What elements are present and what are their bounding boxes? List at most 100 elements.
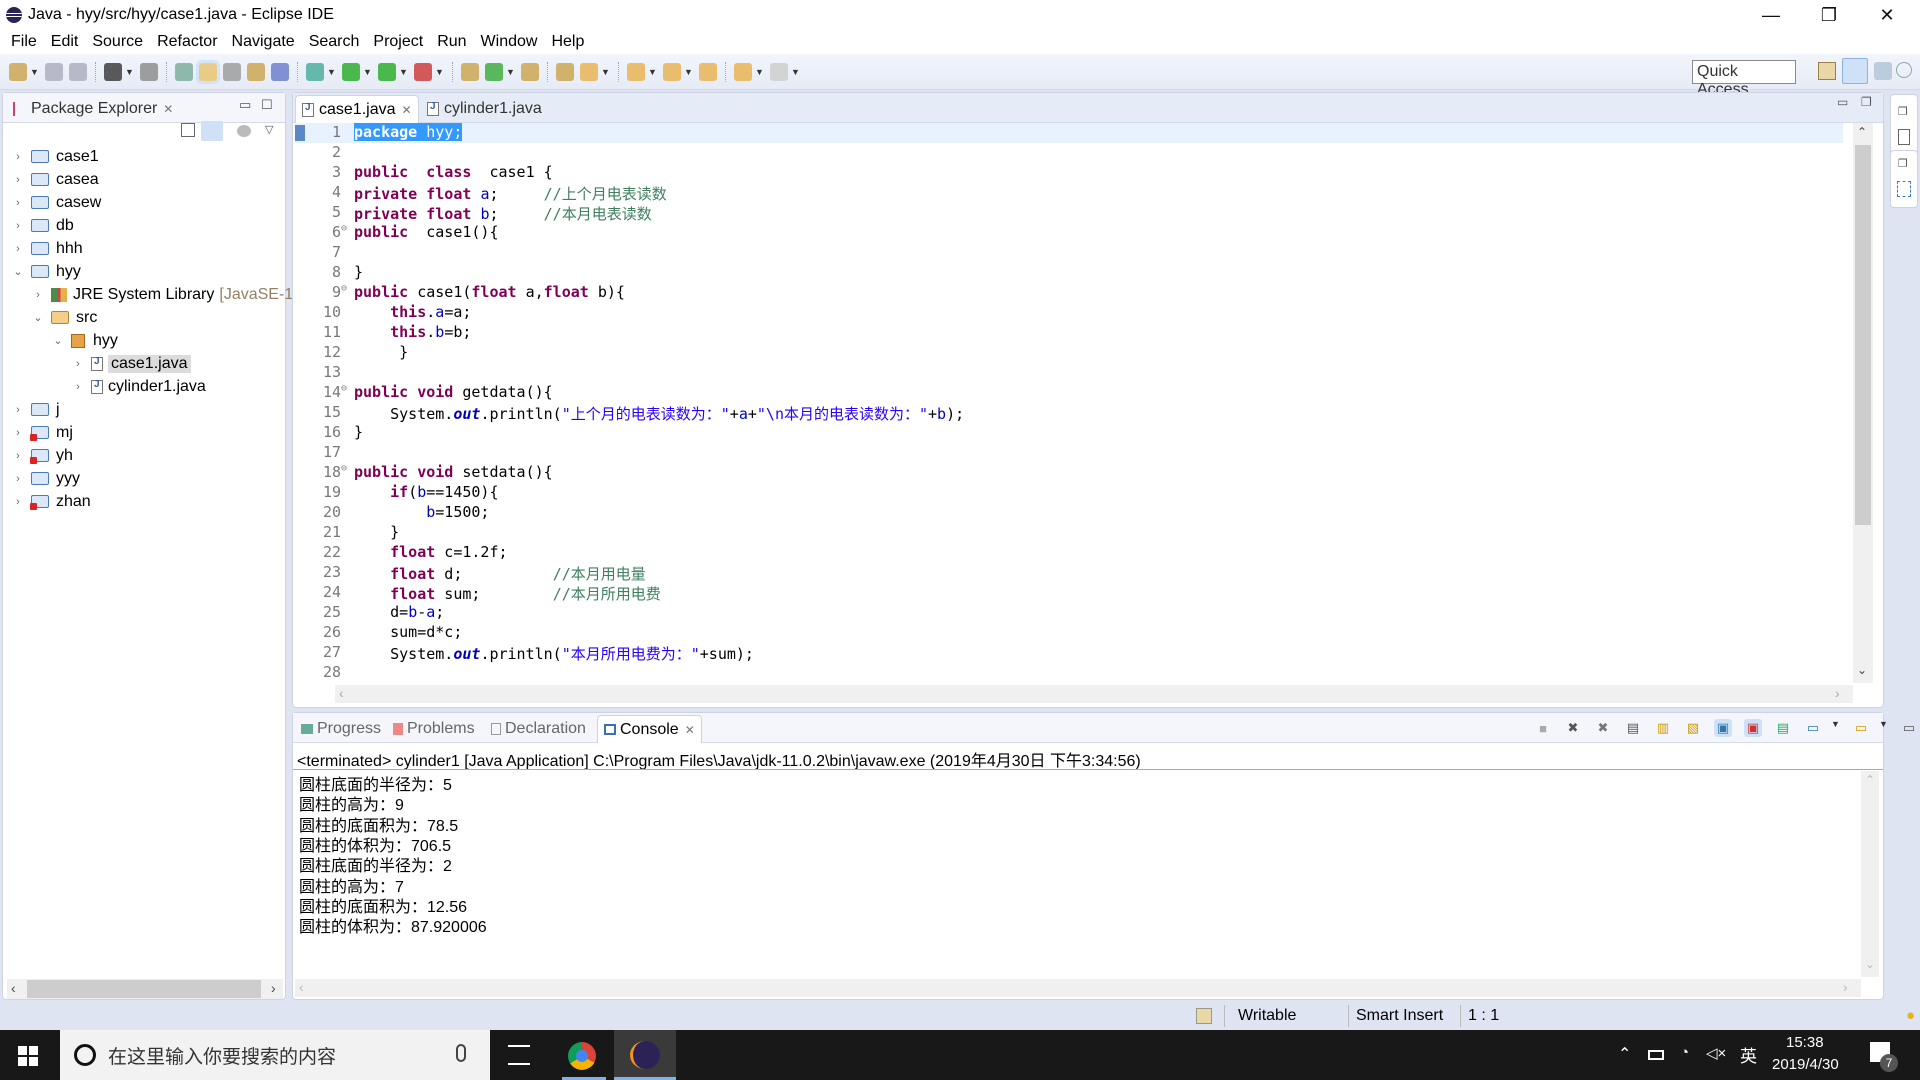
external-tools-icon[interactable] — [414, 62, 432, 81]
quick-access-input[interactable]: Quick Access — [1692, 60, 1796, 98]
menu-window[interactable]: Window — [474, 33, 545, 51]
mark-occurrences-icon[interactable] — [196, 59, 220, 84]
taskbar-search-box[interactable]: 在这里输入你要搜索的内容 — [60, 1030, 490, 1080]
scroll-lock-icon[interactable]: ▥ — [1654, 719, 1672, 737]
tree-item[interactable]: ⌄ hyy — [11, 260, 81, 283]
tree-item[interactable]: › mj — [11, 421, 73, 444]
save-icon[interactable] — [45, 62, 63, 81]
tree-item[interactable]: › yh — [11, 444, 73, 467]
menu-run[interactable]: Run — [430, 33, 473, 51]
microphone-icon[interactable] — [456, 1044, 466, 1062]
tree-item[interactable]: › zhan — [11, 490, 91, 513]
restore-icon[interactable]: ❐ — [1898, 157, 1908, 170]
close-icon[interactable]: ✕ — [402, 103, 412, 117]
scroll-down-icon[interactable]: ⌄ — [1857, 663, 1867, 677]
maximize-icon[interactable]: ☐ — [261, 97, 273, 113]
console-vertical-scrollbar[interactable]: ⌃ ⌄ — [1861, 771, 1879, 977]
pilcrow-icon[interactable] — [271, 62, 289, 81]
outline-icon[interactable] — [1898, 129, 1910, 145]
menu-edit[interactable]: Edit — [44, 33, 86, 51]
minimize-icon[interactable]: ▭ — [1900, 719, 1918, 737]
chevron-down-icon[interactable]: ⌄ — [31, 311, 45, 324]
chevron-right-icon[interactable]: › — [11, 220, 25, 232]
scroll-down-icon[interactable]: ⌄ — [1865, 957, 1875, 971]
tab-case1-java[interactable]: case1.java ✕ — [295, 95, 419, 123]
chevron-down-icon[interactable]: ▼ — [648, 67, 657, 77]
show-on-output-icon[interactable]: ▣ — [1714, 719, 1732, 737]
scroll-left-icon[interactable]: ‹ — [11, 980, 16, 996]
run-icon[interactable] — [342, 62, 360, 81]
profile-icon[interactable] — [104, 62, 122, 81]
chevron-down-icon[interactable]: ▼ — [327, 67, 336, 77]
tree-item[interactable]: › case1 — [11, 145, 99, 168]
tree-item[interactable]: ⌄ src — [31, 306, 97, 329]
chevron-right-icon[interactable]: › — [11, 496, 25, 508]
new-icon[interactable] — [9, 62, 27, 81]
menu-navigate[interactable]: Navigate — [225, 33, 302, 51]
tree-item[interactable]: › j — [11, 398, 59, 421]
tab-package-explorer[interactable]: Package Explorer ✕ — [7, 95, 179, 123]
chevron-right-icon[interactable]: › — [11, 174, 25, 186]
collapse-all-icon[interactable] — [181, 123, 195, 137]
link-with-editor-icon[interactable] — [201, 121, 223, 141]
task-view-icon[interactable] — [508, 1045, 530, 1065]
scroll-right-icon[interactable]: › — [1843, 979, 1848, 995]
save-all-icon[interactable] — [69, 62, 87, 81]
ime-indicator[interactable]: 英 — [1740, 1042, 1757, 1067]
show-on-error-icon[interactable]: ▣ — [1744, 719, 1762, 737]
chevron-down-icon[interactable]: ⌄ — [11, 265, 25, 278]
chevron-down-icon[interactable]: ▼ — [1879, 719, 1888, 737]
search-icon[interactable] — [580, 62, 598, 81]
explorer-horizontal-scrollbar[interactable]: ‹ › — [7, 979, 283, 999]
chevron-right-icon[interactable]: › — [71, 358, 85, 370]
tab-problems[interactable]: Problems — [387, 715, 481, 743]
wifi-icon[interactable]: ◔ — [1680, 1044, 1689, 1061]
new-java-project-icon[interactable] — [175, 62, 193, 81]
restore-button[interactable]: ❐ — [1806, 0, 1852, 30]
editor-vertical-scrollbar[interactable]: ⌃ ⌄ — [1853, 123, 1873, 683]
fold-icon[interactable]: ⊖ — [341, 463, 351, 483]
chevron-right-icon[interactable]: › — [11, 151, 25, 163]
word-wrap-icon[interactable]: ▧ — [1684, 719, 1702, 737]
remove-launch-icon[interactable]: ✖ — [1564, 719, 1582, 737]
tree-item[interactable]: › casea — [11, 168, 99, 191]
open-console-icon[interactable]: ▭ — [1852, 719, 1870, 737]
chevron-down-icon[interactable]: ▼ — [506, 67, 515, 77]
chevron-down-icon[interactable]: ▼ — [684, 67, 693, 77]
menu-refactor[interactable]: Refactor — [150, 33, 224, 51]
code-area[interactable]: 1 package hyy; 2 3 public class case1 {4 priv… — [305, 123, 1845, 683]
chevron-right-icon[interactable]: › — [11, 473, 25, 485]
chevron-down-icon[interactable]: ⌄ — [51, 334, 65, 347]
chevron-down-icon[interactable]: ▼ — [125, 67, 134, 77]
minimize-icon[interactable]: ▭ — [239, 97, 251, 113]
close-icon[interactable]: ✕ — [685, 723, 695, 737]
forward-icon[interactable] — [770, 62, 788, 81]
java-perspective-icon[interactable] — [1842, 58, 1868, 84]
chevron-down-icon[interactable]: ▼ — [791, 67, 800, 77]
chevron-right-icon[interactable]: › — [11, 427, 25, 439]
show-whitespace-icon[interactable] — [247, 62, 265, 81]
display-console-icon[interactable]: ▭ — [1804, 719, 1822, 737]
console-output[interactable]: 圆柱底面的半径为：5 圆柱的高为：9 圆柱的底面积为：78.5 圆柱的体积为：706.… — [293, 771, 1853, 971]
toggle-block-icon[interactable] — [223, 62, 241, 81]
chevron-right-icon[interactable]: › — [11, 243, 25, 255]
tree-item[interactable]: › hhh — [11, 237, 83, 260]
chevron-right-icon[interactable]: › — [11, 197, 25, 209]
menu-file[interactable]: File — [4, 33, 44, 51]
clock-time[interactable]: 15:38 — [1786, 1034, 1824, 1051]
menu-source[interactable]: Source — [85, 33, 150, 51]
view-menu-icon[interactable]: ▽ — [265, 123, 273, 136]
scroll-thumb[interactable] — [1855, 145, 1871, 525]
new-package-icon[interactable] — [461, 62, 479, 81]
fold-icon[interactable]: ⊖ — [341, 283, 351, 303]
scroll-left-icon[interactable]: ‹ — [299, 979, 304, 995]
scroll-left-icon[interactable]: ‹ — [339, 685, 344, 701]
chevron-down-icon[interactable]: ▼ — [363, 67, 372, 77]
clock-date[interactable]: 2019/4/30 — [1772, 1056, 1839, 1073]
tab-progress[interactable]: Progress — [295, 715, 387, 743]
menu-help[interactable]: Help — [544, 33, 591, 51]
editor-horizontal-scrollbar[interactable]: ‹ › — [335, 685, 1853, 703]
minimize-icon[interactable]: ▭ — [1837, 95, 1848, 109]
open-perspective-icon[interactable] — [1818, 62, 1836, 80]
last-edit-icon[interactable] — [699, 62, 717, 81]
